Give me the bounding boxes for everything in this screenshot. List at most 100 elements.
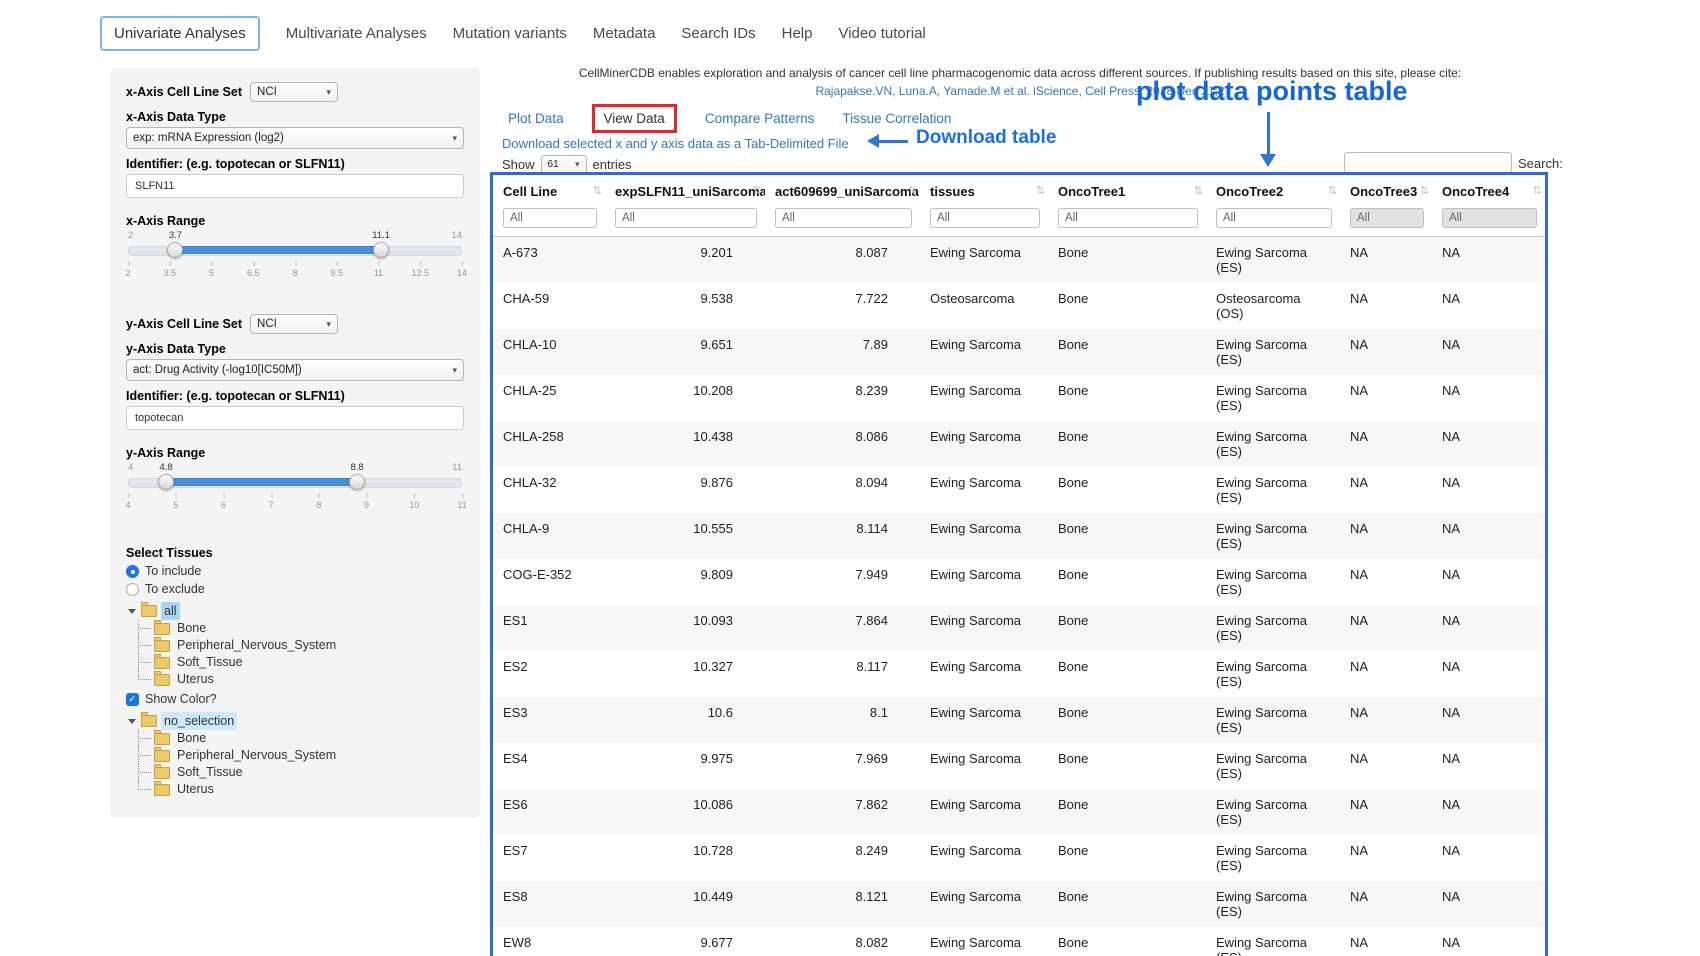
table-cell: NA bbox=[1432, 789, 1545, 835]
x-data-type-select[interactable]: exp: mRNA Expression (log2) ▾ bbox=[126, 127, 464, 149]
table-row[interactable]: COG-E-3529.8097.949Ewing SarcomaBoneEwin… bbox=[493, 559, 1545, 605]
col-header-exp[interactable]: expSLFN11_uniSarcoma⇅ bbox=[605, 175, 765, 206]
table-row[interactable]: ES49.9757.969Ewing SarcomaBoneEwing Sarc… bbox=[493, 743, 1545, 789]
radio-icon[interactable] bbox=[126, 565, 139, 578]
col-header-act[interactable]: act609699_uniSarcoma⇅ bbox=[765, 175, 920, 206]
tree-node-all[interactable]: all bbox=[161, 602, 180, 620]
column-filter-input[interactable] bbox=[930, 208, 1040, 228]
column-filter-input[interactable] bbox=[1350, 208, 1424, 228]
col-header-oncotree1[interactable]: OncoTree1⇅ bbox=[1048, 175, 1206, 206]
nav-mutation-variants[interactable]: Mutation variants bbox=[453, 25, 567, 42]
table-row[interactable]: A-6739.2018.087Ewing SarcomaBoneEwing Sa… bbox=[493, 237, 1545, 284]
download-data-link[interactable]: Download selected x and y axis data as a… bbox=[502, 136, 849, 151]
nav-metadata[interactable]: Metadata bbox=[593, 25, 656, 42]
radio-icon[interactable] bbox=[126, 583, 139, 596]
nav-search-ids[interactable]: Search IDs bbox=[681, 25, 755, 42]
table-cell: Bone bbox=[1048, 651, 1206, 697]
slider-min-label: 4 bbox=[128, 462, 133, 473]
tab-tissue-correlation[interactable]: Tissue Correlation bbox=[842, 111, 951, 126]
table-row[interactable]: ES810.4498.121Ewing SarcomaBoneEwing Sar… bbox=[493, 881, 1545, 927]
show-color-checkbox[interactable]: ✓ bbox=[126, 693, 139, 706]
table-cell: Ewing Sarcoma bbox=[920, 237, 1048, 284]
tree-root-no-selection[interactable]: no_selection bbox=[128, 712, 464, 730]
table-row[interactable]: CHLA-910.5558.114Ewing SarcomaBoneEwing … bbox=[493, 513, 1545, 559]
table-row[interactable]: CHA-599.5387.722OsteosarcomaBoneOsteosar… bbox=[493, 283, 1545, 329]
table-cell: Bone bbox=[1048, 237, 1206, 284]
nav-multivariate-analyses[interactable]: Multivariate Analyses bbox=[286, 25, 427, 42]
table-row[interactable]: CHLA-109.6517.89Ewing SarcomaBoneEwing S… bbox=[493, 329, 1545, 375]
table-row[interactable]: EW89.6778.082Ewing SarcomaBoneEwing Sarc… bbox=[493, 927, 1545, 956]
sort-icon[interactable]: ⇅ bbox=[1194, 184, 1203, 197]
radio-to-exclude[interactable]: To exclude bbox=[126, 582, 464, 596]
table-row[interactable]: CHLA-25810.4388.086Ewing SarcomaBoneEwin… bbox=[493, 421, 1545, 467]
column-filter-input[interactable] bbox=[503, 208, 597, 228]
nav-help[interactable]: Help bbox=[782, 25, 813, 42]
sort-icon[interactable]: ⇅ bbox=[1036, 184, 1045, 197]
tab-plot-data[interactable]: Plot Data bbox=[508, 111, 564, 126]
sort-icon[interactable]: ⇅ bbox=[908, 184, 917, 197]
table-cell: 10.728 bbox=[605, 835, 765, 881]
table-cell: 10.086 bbox=[605, 789, 765, 835]
tree-node-soft-tissue[interactable]: Soft_Tissue bbox=[138, 764, 464, 781]
col-header-oncotree4[interactable]: OncoTree4⇅ bbox=[1432, 175, 1545, 206]
folder-icon bbox=[154, 733, 170, 745]
table-cell: 9.809 bbox=[605, 559, 765, 605]
table-cell: Bone bbox=[1048, 789, 1206, 835]
x-cell-line-set-select[interactable]: NCI ▾ bbox=[250, 82, 338, 102]
col-header-oncotree2[interactable]: OncoTree2⇅ bbox=[1206, 175, 1340, 206]
col-header-cell-line[interactable]: Cell Line⇅ bbox=[493, 175, 605, 206]
sort-icon[interactable]: ⇅ bbox=[1420, 184, 1429, 197]
nav-univariate-analyses[interactable]: Univariate Analyses bbox=[100, 16, 260, 51]
sort-icon[interactable]: ⇅ bbox=[753, 184, 762, 197]
tree-node-no-selection[interactable]: no_selection bbox=[161, 712, 237, 730]
slider-selected-bar[interactable] bbox=[175, 246, 381, 254]
col-header-tissues[interactable]: tissues⇅ bbox=[920, 175, 1048, 206]
nav-video-tutorial[interactable]: Video tutorial bbox=[838, 25, 925, 42]
table-row[interactable]: ES710.7288.249Ewing SarcomaBoneEwing Sar… bbox=[493, 835, 1545, 881]
table-row[interactable]: ES210.3278.117Ewing SarcomaBoneEwing Sar… bbox=[493, 651, 1545, 697]
tab-view-data[interactable]: View Data bbox=[604, 111, 665, 126]
table-row[interactable]: ES310.68.1Ewing SarcomaBoneEwing Sarcoma… bbox=[493, 697, 1545, 743]
tree-node-soft-tissue[interactable]: Soft_Tissue bbox=[138, 654, 464, 671]
x-range-slider[interactable]: 2 14 3.7 11.1 2 3.5 5 6.5 8 9.5 11 12.5 … bbox=[128, 230, 462, 286]
show-color-row[interactable]: ✓ Show Color? bbox=[126, 692, 464, 706]
tree-node-peripheral-nervous-system[interactable]: Peripheral_Nervous_System bbox=[138, 637, 464, 654]
table-cell: NA bbox=[1432, 513, 1545, 559]
column-filter-input[interactable] bbox=[615, 208, 757, 228]
tree-node-uterus[interactable]: Uterus bbox=[138, 781, 464, 798]
tree-node-bone[interactable]: Bone bbox=[138, 730, 464, 747]
table-row[interactable]: CHLA-2510.2088.239Ewing SarcomaBoneEwing… bbox=[493, 375, 1545, 421]
sort-icon[interactable]: ⇅ bbox=[593, 184, 602, 197]
table-row[interactable]: ES110.0937.864Ewing SarcomaBoneEwing Sar… bbox=[493, 605, 1545, 651]
sort-icon[interactable]: ⇅ bbox=[1328, 184, 1337, 197]
table-cell: Ewing Sarcoma (ES) bbox=[1206, 237, 1340, 284]
tree-node-peripheral-nervous-system[interactable]: Peripheral_Nervous_System bbox=[138, 747, 464, 764]
tree-root-all[interactable]: all bbox=[128, 602, 464, 620]
col-header-oncotree3[interactable]: OncoTree3⇅ bbox=[1340, 175, 1432, 206]
table-cell: Ewing Sarcoma (ES) bbox=[1206, 651, 1340, 697]
table-cell: Bone bbox=[1048, 881, 1206, 927]
tree-node-uterus[interactable]: Uterus bbox=[138, 671, 464, 688]
table-row[interactable]: ES610.0867.862Ewing SarcomaBoneEwing Sar… bbox=[493, 789, 1545, 835]
table-row[interactable]: CHLA-329.8768.094Ewing SarcomaBoneEwing … bbox=[493, 467, 1545, 513]
y-range-slider[interactable]: 4 11 4.8 8.8 4 5 6 7 8 9 10 11 bbox=[128, 462, 462, 518]
x-identifier-input[interactable] bbox=[126, 174, 464, 198]
column-filter-input[interactable] bbox=[1442, 208, 1537, 228]
table-cell: CHLA-258 bbox=[493, 421, 605, 467]
tree-node-bone[interactable]: Bone bbox=[138, 620, 464, 637]
slider-handle-low[interactable] bbox=[158, 474, 174, 490]
caret-down-icon[interactable] bbox=[128, 609, 136, 614]
caret-down-icon[interactable] bbox=[128, 719, 136, 724]
column-filter-input[interactable] bbox=[1058, 208, 1198, 228]
radio-to-include[interactable]: To include bbox=[126, 564, 464, 578]
table-search-input[interactable] bbox=[1344, 152, 1512, 173]
y-cell-line-set-select[interactable]: NCI ▾ bbox=[250, 314, 338, 334]
slider-selected-bar[interactable] bbox=[166, 478, 357, 486]
sort-icon[interactable]: ⇅ bbox=[1533, 184, 1542, 197]
slider-handle-high[interactable] bbox=[349, 474, 365, 490]
column-filter-input[interactable] bbox=[775, 208, 912, 228]
y-data-type-select[interactable]: act: Drug Activity (-log10[IC50M]) ▾ bbox=[126, 359, 464, 381]
tab-compare-patterns[interactable]: Compare Patterns bbox=[705, 111, 815, 126]
y-identifier-input[interactable] bbox=[126, 406, 464, 430]
column-filter-input[interactable] bbox=[1216, 208, 1332, 228]
